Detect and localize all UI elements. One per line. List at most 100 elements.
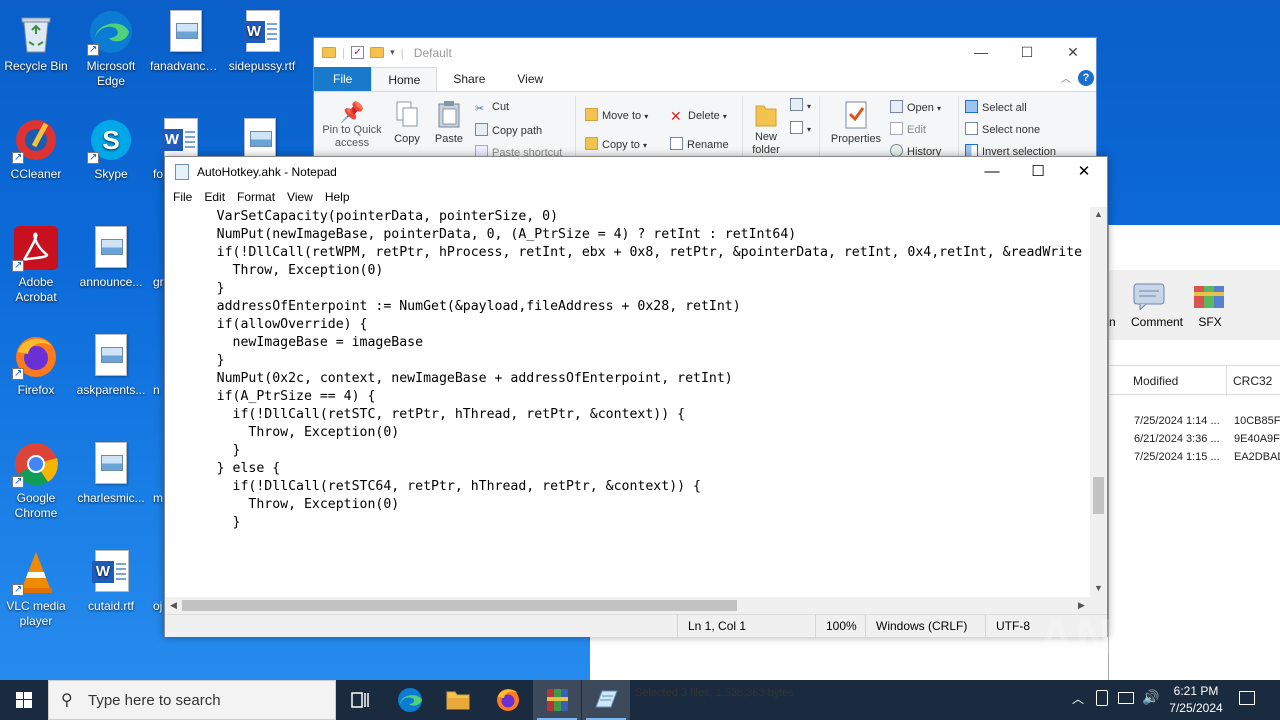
menu-help[interactable]: Help [319,187,356,207]
comment-button[interactable]: Comment [1131,280,1183,332]
select-none-button[interactable]: Select none [965,122,1040,136]
action-center-button[interactable] [1232,680,1272,720]
minimize-button[interactable]: — [958,38,1004,67]
properties-icon[interactable]: ✓ [351,46,365,59]
desktop-icon-microsoft-edge[interactable]: Microsoft Edge [75,8,147,89]
easy-access-icon[interactable]: ▾ [790,121,811,135]
taskbar-search-box[interactable]: ⚲ Type here to search [48,680,336,720]
desktop-icon-askparents[interactable]: askparents... [75,332,147,398]
chevron-up-icon[interactable]: ︿ [1072,690,1084,707]
notepad-text-area[interactable]: VarSetCapacity(pointerData, pointerSize,… [165,207,1091,597]
pin-quick-access-button[interactable]: 📌 Pin to Quick access [320,100,384,150]
vertical-scrollbar[interactable]: ▲ ▼ [1090,207,1107,597]
taskbar-notepad-button[interactable] [582,680,630,720]
desktop-icon-cutaid[interactable]: W cutaid.rtf [75,548,147,614]
properties-icon [845,101,867,129]
scroll-thumb[interactable] [1093,477,1104,514]
taskbar-winrar-button[interactable] [533,680,581,720]
maximize-button[interactable]: ☐ [1004,38,1050,67]
network-icon[interactable] [1118,692,1134,704]
table-row[interactable]: 6/21/2024 3:36 ... 9E40A9FD [1134,433,1280,445]
table-row[interactable]: 7/25/2024 1:14 ... 10CB85FD [1134,415,1280,427]
code-line: if(allowOverride) { [169,317,368,332]
select-all-button[interactable]: Select all [965,100,1027,114]
scroll-down-icon[interactable]: ▼ [1094,583,1103,593]
desktop-icon-announce[interactable]: announce... [75,224,147,290]
desktop-icon-recycle-bin[interactable]: Recycle Bin [0,8,72,74]
edit-label: Edit [907,124,926,136]
open-label: Open [907,102,934,114]
desktop-icon-firefox[interactable]: Firefox [0,332,72,398]
start-button[interactable] [0,680,48,720]
scroll-left-icon[interactable]: ◀ [170,600,177,611]
tab-view[interactable]: View [501,67,559,91]
acrobat-icon [12,224,60,273]
desktop-icon-m[interactable]: m [150,440,164,506]
anyrun-watermark: ANY RUN [1038,609,1279,665]
desktop-icon-gr[interactable]: gr [150,224,164,290]
minimize-button[interactable]: — [969,157,1015,187]
menu-format[interactable]: Format [231,187,281,207]
copy-path-button[interactable]: Copy path [475,123,542,137]
open-button[interactable]: Open ▾ [890,100,941,114]
rename-button[interactable]: Rename [670,137,729,151]
properties-button[interactable]: Properties [826,100,886,145]
delete-button[interactable]: ✕ Delete ▾ [670,108,727,124]
horizontal-scrollbar[interactable]: ◀ ▶ [165,597,1091,614]
cut-label: Cut [492,101,510,113]
desktop-icon-adobe-acrobat[interactable]: Adobe Acrobat [0,224,72,305]
cut-button[interactable]: ✂ Cut [475,101,509,115]
sfx-button[interactable]: SFX [1189,280,1231,332]
menu-edit[interactable]: Edit [198,187,231,207]
new-folder-icon[interactable] [370,47,385,58]
copy-button[interactable]: Copy [392,100,422,145]
tab-home[interactable]: Home [371,67,438,91]
desktop-icon-oj[interactable]: oj [150,548,164,614]
pin-icon: 📌 [339,102,365,124]
help-icon[interactable]: ? [1078,70,1094,86]
sfx-icon [1194,286,1224,308]
meet-now-icon[interactable] [1096,690,1108,706]
paste-button[interactable]: Paste [432,100,466,145]
ribbon-tabs: File Home Share View ︿ ? [314,67,1096,91]
chevron-down-icon[interactable]: ▾ [390,47,395,58]
edit-button[interactable]: Edit [890,122,926,136]
task-view-button[interactable] [336,680,384,720]
tab-file[interactable]: File [314,67,372,91]
desktop-icon-skype[interactable]: S Skype [75,116,147,182]
desktop-icon-sidepussy[interactable]: W sidepussy.rtf [226,8,298,74]
desktop-icon-label: n [153,383,160,397]
desktop-icon-n[interactable]: n [150,332,164,398]
taskbar-edge-button[interactable] [386,680,434,720]
maximize-button[interactable]: ☐ [1015,157,1061,187]
tab-share[interactable]: Share [437,67,501,91]
column-modified[interactable]: Modified [1133,374,1178,388]
code-line: } [169,281,225,296]
close-button[interactable]: ✕ [1050,38,1096,67]
scroll-thumb[interactable] [182,600,737,611]
desktop-icon-charlesmic[interactable]: charlesmic... [75,440,147,506]
desktop-icon-vlc[interactable]: VLC media player [0,548,72,629]
volume-icon[interactable]: 🔊 [1142,689,1159,706]
copy-path-icon [475,123,488,136]
taskbar-firefox-button[interactable] [484,680,532,720]
desktop-icon-label: Microsoft Edge [86,59,136,88]
menu-view[interactable]: View [281,187,319,207]
taskbar-explorer-button[interactable] [434,680,482,720]
desktop-icon-fanadvance[interactable]: fanadvance... [150,8,222,74]
move-to-button[interactable]: Move to ▾ [585,108,648,122]
desktop-icon-ccleaner[interactable]: CCleaner [0,116,72,182]
clock[interactable]: 6:21 PM 7/25/2024 [1162,680,1230,720]
new-folder-button[interactable]: New folder [748,100,784,157]
collapse-ribbon-icon[interactable]: ︿ [1061,70,1071,85]
copy-to-button[interactable]: Copy to ▾ [585,137,647,151]
new-item-icon[interactable]: ▾ [790,98,811,112]
notepad-title: AutoHotkey.ahk - Notepad [197,165,337,179]
close-button[interactable]: ✕ [1061,157,1107,187]
properties-label: Properties [830,133,882,145]
table-row[interactable]: 7/25/2024 1:15 ... EA2DBAD [1134,451,1280,463]
column-crc32[interactable]: CRC32 [1233,374,1272,388]
desktop-icon-google-chrome[interactable]: Google Chrome [0,440,72,521]
scroll-up-icon[interactable]: ▲ [1094,209,1103,219]
menu-file[interactable]: File [167,187,198,207]
